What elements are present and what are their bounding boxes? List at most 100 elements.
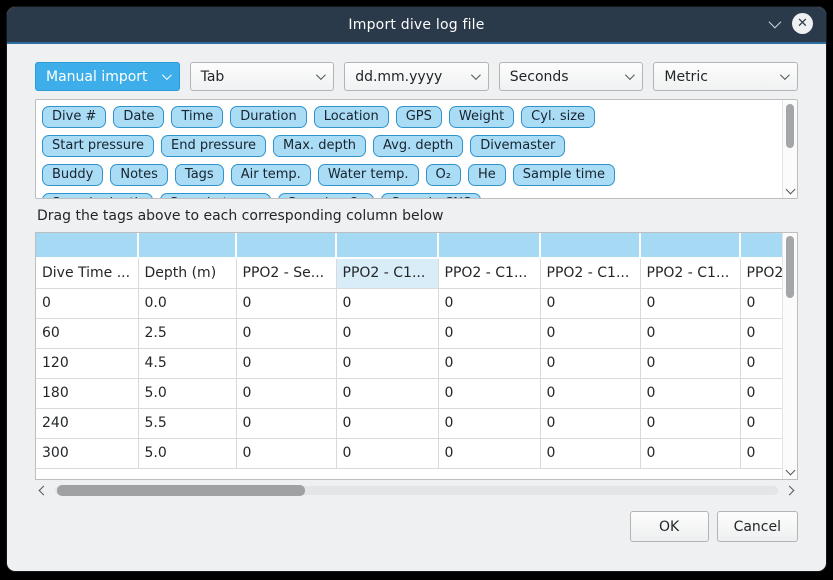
close-icon[interactable]: ✕ [792, 13, 813, 34]
combo-value: Manual import [46, 69, 148, 85]
scroll-left-icon[interactable] [39, 486, 49, 496]
scroll-right-icon[interactable] [785, 486, 795, 496]
tag-weight[interactable]: Weight [449, 106, 514, 128]
table-cell: 4.5 [138, 348, 236, 378]
tag-location[interactable]: Location [314, 106, 389, 128]
table-cell: 120 [36, 348, 138, 378]
import-dialog-window: Import dive log file ✕ Manual import Tab d… [6, 6, 827, 572]
import-type-combo[interactable]: Manual import [35, 62, 180, 91]
table-cell: 0 [540, 378, 640, 408]
scrollbar-thumb[interactable] [57, 485, 305, 496]
tag-rows: Dive # Date Time Duration Location GPS Weight C… [36, 100, 781, 199]
table-cell: 0.0 [138, 288, 236, 318]
column-header[interactable]: Depth (m) [138, 258, 236, 288]
scrollbar-thumb[interactable] [786, 236, 794, 298]
table-row: 602.5000000 [36, 318, 798, 348]
field-separator-combo[interactable]: Tab [190, 62, 335, 91]
tag-sample-po[interactable]: Sample pO₂ [278, 193, 375, 199]
cancel-button[interactable]: Cancel [717, 511, 798, 542]
tag-o[interactable]: O₂ [426, 164, 461, 186]
tag-time[interactable]: Time [171, 106, 223, 128]
tag-water-temp[interactable]: Water temp. [318, 164, 419, 186]
titlebar[interactable]: Import dive log file ✕ [7, 7, 826, 44]
ok-button[interactable]: OK [630, 511, 709, 542]
column-header[interactable]: PPO2 - C1... [640, 258, 740, 288]
table-cell: 240 [36, 408, 138, 438]
drop-target-cell[interactable] [36, 233, 138, 258]
table-cell: 0 [540, 318, 640, 348]
drop-target-cell[interactable] [138, 233, 236, 258]
tag-tags[interactable]: Tags [175, 164, 224, 186]
tag-he[interactable]: He [468, 164, 506, 186]
drop-target-cell[interactable] [640, 233, 740, 258]
tag-end-pressure[interactable]: End pressure [161, 135, 266, 157]
tag-max-depth[interactable]: Max. depth [273, 135, 366, 157]
table-cell: 0 [640, 348, 740, 378]
tag-pool-scrollbar[interactable] [782, 100, 797, 198]
scroll-down-icon[interactable] [786, 185, 796, 195]
tag-sample-cns[interactable]: Sample CNS [381, 193, 481, 199]
drop-target-cell[interactable] [336, 233, 438, 258]
chevron-down-icon [316, 70, 326, 80]
drop-target-cell[interactable] [236, 233, 336, 258]
tag-date[interactable]: Date [113, 106, 164, 128]
column-header[interactable]: PPO2 - C1... [438, 258, 540, 288]
table-cell: 0 [540, 438, 640, 468]
units-combo[interactable]: Metric [653, 62, 798, 91]
tag-cyl-size[interactable]: Cyl. size [521, 106, 595, 128]
table-cell: 300 [36, 438, 138, 468]
table-cell: 0 [236, 408, 336, 438]
tag-row: Buddy Notes Tags Air temp. Water temp. O₂ He Sa… [42, 164, 775, 186]
tag-divemaster[interactable]: Divemaster [470, 135, 565, 157]
table-cell: 0 [438, 348, 540, 378]
tag-sample-depth[interactable]: Sample depth [42, 193, 153, 199]
table-cell: 0 [236, 438, 336, 468]
tag-avg-depth[interactable]: Avg. depth [373, 135, 463, 157]
table-cell: 0 [236, 318, 336, 348]
table-cell: 0 [640, 318, 740, 348]
table-vertical-scrollbar[interactable] [782, 233, 797, 479]
table-cell: 0 [640, 378, 740, 408]
column-header[interactable]: PPO2 - C1... [336, 258, 438, 288]
table-cell: 0 [336, 378, 438, 408]
tag-dive[interactable]: Dive # [42, 106, 106, 128]
import-options-row: Manual import Tab dd.mm.yyyy Seconds Metric [35, 62, 798, 91]
date-format-combo[interactable]: dd.mm.yyyy [344, 62, 489, 91]
table-row: 1204.5000000 [36, 348, 798, 378]
table-cell: 5.0 [138, 378, 236, 408]
table-cell: 0 [540, 288, 640, 318]
tag-duration[interactable]: Duration [230, 106, 306, 128]
tag-start-pressure[interactable]: Start pressure [42, 135, 154, 157]
column-header[interactable]: Dive Time ... [36, 258, 138, 288]
table-row: 1805.0000000 [36, 378, 798, 408]
column-header[interactable]: PPO2 - Se... [236, 258, 336, 288]
drop-target-cell[interactable] [540, 233, 640, 258]
table-cell: 2.5 [138, 318, 236, 348]
table-cell: 0 [438, 408, 540, 438]
tag-sample-temp[interactable]: Sample temp. [160, 193, 271, 199]
column-header[interactable]: PPO2 - C1... [540, 258, 640, 288]
tag-row: Dive # Date Time Duration Location GPS Weight C… [42, 106, 775, 128]
table-cell: 0 [236, 378, 336, 408]
duration-format-combo[interactable]: Seconds [499, 62, 644, 91]
scrollbar-thumb[interactable] [786, 104, 794, 148]
table-cell: 0 [438, 288, 540, 318]
table-cell: 0 [438, 378, 540, 408]
scroll-down-icon[interactable] [786, 466, 796, 476]
tag-gps[interactable]: GPS [396, 106, 442, 128]
table-cell: 0 [36, 288, 138, 318]
table-cell: 0 [336, 348, 438, 378]
tag-pool: Dive # Date Time Duration Location GPS Weight C… [35, 99, 798, 199]
combo-value: Seconds [510, 69, 569, 85]
tag-notes[interactable]: Notes [110, 164, 168, 186]
tag-buddy[interactable]: Buddy [42, 164, 103, 186]
table-horizontal-scrollbar[interactable] [35, 483, 798, 498]
combo-value: Tab [201, 69, 225, 85]
tag-sample-time[interactable]: Sample time [513, 164, 615, 186]
table-cell: 0 [336, 318, 438, 348]
table-row: 2405.5000000 [36, 408, 798, 438]
shade-chevron-down-icon[interactable] [769, 16, 782, 29]
drop-target-cell[interactable] [438, 233, 540, 258]
tag-air-temp[interactable]: Air temp. [231, 164, 311, 186]
dialog-body: Manual importTabdd.mm.yyyySecondsMetric … [7, 44, 826, 542]
